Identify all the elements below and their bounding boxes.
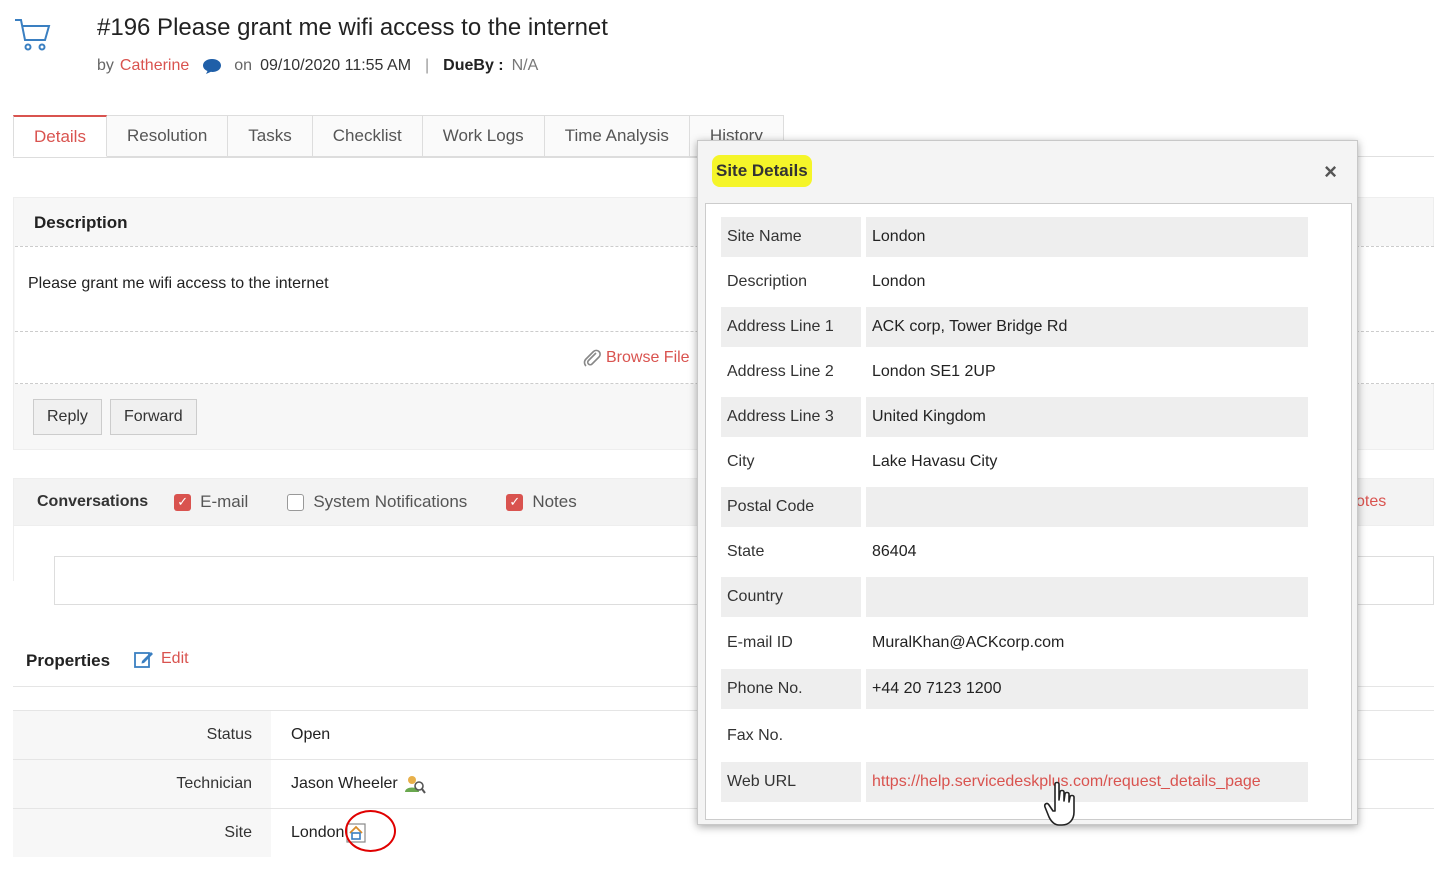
filter-email[interactable]: ✓ E-mail <box>174 492 248 512</box>
site-row: Phone No. +44 20 7123 1200 <box>721 669 1309 709</box>
dialog-title: Site Details <box>712 155 812 187</box>
forward-button[interactable]: Forward <box>110 399 197 435</box>
reply-button[interactable]: Reply <box>33 399 102 435</box>
site-row: City Lake Havasu City <box>721 442 1309 482</box>
site-row: Address Line 1 ACK corp, Tower Bridge Rd <box>721 307 1309 347</box>
site-field-label: E-mail ID <box>727 634 793 651</box>
meta-separator: | <box>425 57 430 74</box>
on-label: on <box>234 57 253 74</box>
annotation-circle <box>345 810 396 852</box>
notes-link[interactable]: otes <box>1356 493 1386 511</box>
filter-notes[interactable]: ✓ Notes <box>506 492 577 512</box>
site-row: Postal Code <box>721 487 1309 527</box>
property-value: Open <box>291 726 331 743</box>
site-field-label: Site Name <box>721 217 861 257</box>
filter-notes-label: Notes <box>532 492 577 511</box>
tab-details[interactable]: Details <box>13 115 107 157</box>
site-field-label: Fax No. <box>727 727 784 744</box>
property-label: Site <box>13 809 271 857</box>
site-field-label: Phone No. <box>721 669 861 709</box>
tab-tasks[interactable]: Tasks <box>228 115 313 157</box>
site-field-value: MuralKhan@ACKcorp.com <box>872 634 1065 651</box>
property-label: Status <box>13 711 271 759</box>
site-row: E-mail ID MuralKhan@ACKcorp.com <box>721 623 1309 663</box>
site-field-label: Description <box>727 273 808 290</box>
web-url-link[interactable]: https://help.servicedeskplus.com/request… <box>866 762 1308 802</box>
by-label: by <box>97 57 114 74</box>
tab-resolution[interactable]: Resolution <box>106 115 229 157</box>
edit-icon <box>134 652 153 668</box>
paperclip-icon <box>583 349 601 367</box>
site-field-label: Country <box>721 577 861 617</box>
close-icon[interactable]: × <box>1324 161 1337 183</box>
site-field-value: 86404 <box>872 543 917 560</box>
site-field-label: Postal Code <box>721 487 861 527</box>
site-row: Country <box>721 577 1309 617</box>
site-field-value: London <box>872 273 926 290</box>
property-label: Technician <box>13 760 271 808</box>
site-field-label: State <box>727 543 765 560</box>
site-field-value: London SE1 2UP <box>872 363 996 380</box>
site-row: Site Name London <box>721 217 1309 257</box>
chat-icon[interactable] <box>202 57 222 75</box>
site-field-label: Address Line 3 <box>721 397 861 437</box>
checkbox-checked-icon[interactable]: ✓ <box>506 493 524 511</box>
cart-icon <box>15 19 51 51</box>
site-field-value <box>866 487 1308 527</box>
filter-email-label: E-mail <box>200 492 249 511</box>
site-row: Description London <box>721 262 1309 302</box>
filter-system-notifications[interactable]: System Notifications <box>287 492 467 512</box>
request-title: #196 Please grant me wifi access to the … <box>97 14 608 41</box>
site-field-value: +44 20 7123 1200 <box>866 669 1308 709</box>
site-field-label: Web URL <box>721 762 861 802</box>
site-details-dialog: Site Details × Site Name London Descript… <box>697 140 1358 825</box>
property-value: Jason Wheeler <box>271 760 426 808</box>
description-text: Please grant me wifi access to the inter… <box>28 275 329 292</box>
request-date: 09/10/2020 11:55 AM <box>260 57 412 74</box>
site-row: Web URL https://help.servicedeskplus.com… <box>721 762 1309 802</box>
dueby-value: N/A <box>511 57 539 74</box>
request-meta: by Catherine on 09/10/2020 11:55 AM | Du… <box>97 57 538 75</box>
tab-work-logs[interactable]: Work Logs <box>422 115 545 157</box>
user-search-icon[interactable] <box>404 774 426 794</box>
edit-label: Edit <box>161 650 189 667</box>
technician-name: Jason Wheeler <box>291 775 398 792</box>
site-field-value <box>866 716 1308 756</box>
author-link[interactable]: Catherine <box>120 57 189 75</box>
site-row: State 86404 <box>721 532 1309 572</box>
site-field-label: Address Line 1 <box>721 307 861 347</box>
dueby-label: DueBy : <box>443 57 504 74</box>
description-heading: Description <box>34 213 128 232</box>
dialog-body: Site Name London Description London Addr… <box>705 203 1352 820</box>
site-field-value: London <box>866 217 1308 257</box>
browse-file-label: Browse File <box>606 349 690 366</box>
site-row: Address Line 3 United Kingdom <box>721 397 1309 437</box>
browse-file-link[interactable]: Browse File <box>582 348 690 368</box>
site-field-value: United Kingdom <box>866 397 1308 437</box>
conversations-label: Conversations <box>37 493 149 510</box>
site-row: Fax No. <box>721 716 1309 756</box>
site-field-label: City <box>727 453 755 470</box>
site-row: Address Line 2 London SE1 2UP <box>721 352 1309 392</box>
site-field-value: ACK corp, Tower Bridge Rd <box>866 307 1308 347</box>
tab-checklist[interactable]: Checklist <box>312 115 423 157</box>
tab-bar: Details Resolution Tasks Checklist Work … <box>13 115 784 158</box>
properties-heading: Properties <box>26 651 111 670</box>
site-field-label: Address Line 2 <box>727 363 834 380</box>
site-field-value: Lake Havasu City <box>872 453 998 470</box>
site-name: London <box>291 824 345 841</box>
tab-time-analysis[interactable]: Time Analysis <box>544 115 690 157</box>
checkbox-unchecked-icon[interactable] <box>287 493 305 511</box>
checkbox-checked-icon[interactable]: ✓ <box>174 493 192 511</box>
filter-system-notifications-label: System Notifications <box>313 492 468 511</box>
hand-cursor-icon <box>1044 781 1075 826</box>
edit-properties-link[interactable]: Edit <box>133 649 189 669</box>
site-field-value <box>866 577 1308 617</box>
